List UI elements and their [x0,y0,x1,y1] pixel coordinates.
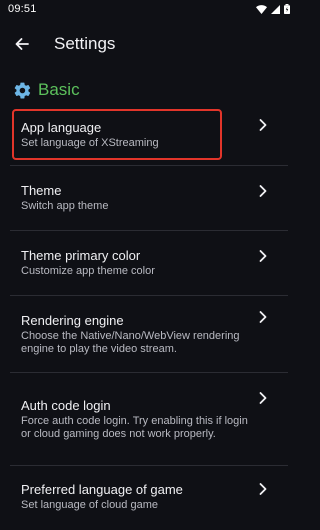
setting-preferred-game-language[interactable]: Preferred language of game Set language … [0,466,298,528]
setting-description: Set language of cloud game [21,499,158,512]
setting-label: Theme [21,183,62,199]
status-icons [256,4,290,14]
wifi-icon [256,4,267,14]
chevron-right-icon [258,310,268,324]
chevron-right-icon [258,249,268,263]
section-header-basic: Basic [12,78,80,102]
setting-label: App language [21,120,102,136]
setting-label: Theme primary color [21,248,141,264]
status-bar: 09:51 [0,0,298,18]
setting-description: Set language of XStreaming [21,137,159,150]
setting-description: Customize app theme color [21,265,155,278]
arrow-left-icon [15,38,29,50]
setting-label: Auth code login [21,397,111,413]
setting-label: Preferred language of game [21,482,183,498]
setting-description: Choose the Native/Nano/WebView rendering… [21,329,240,356]
setting-description: Force auth code login. Try enabling this… [21,414,248,441]
signal-icon [271,4,280,14]
setting-rendering-engine[interactable]: Rendering engine Choose the Native/Nano/… [0,296,298,372]
setting-description: Switch app theme [21,200,109,213]
section-title: Basic [38,80,80,99]
setting-label: Rendering engine [21,312,124,328]
chevron-right-icon [258,118,268,132]
back-button[interactable] [10,32,34,56]
setting-theme[interactable]: Theme Switch app theme [0,166,298,230]
chevron-right-icon [258,184,268,198]
status-time: 09:51 [8,3,37,15]
app-bar: Settings [0,24,298,64]
setting-auth-code-login[interactable]: Auth code login Force auth code login. T… [0,373,298,465]
page-title: Settings [54,34,116,53]
chevron-right-icon [258,391,268,405]
setting-app-language[interactable]: App language Set language of XStreaming [0,105,298,165]
battery-icon [284,4,290,14]
settings-list: App language Set language of XStreaming … [0,105,298,528]
chevron-right-icon [258,482,268,496]
gear-icon [12,80,32,100]
setting-theme-primary-color[interactable]: Theme primary color Customize app theme … [0,231,298,295]
